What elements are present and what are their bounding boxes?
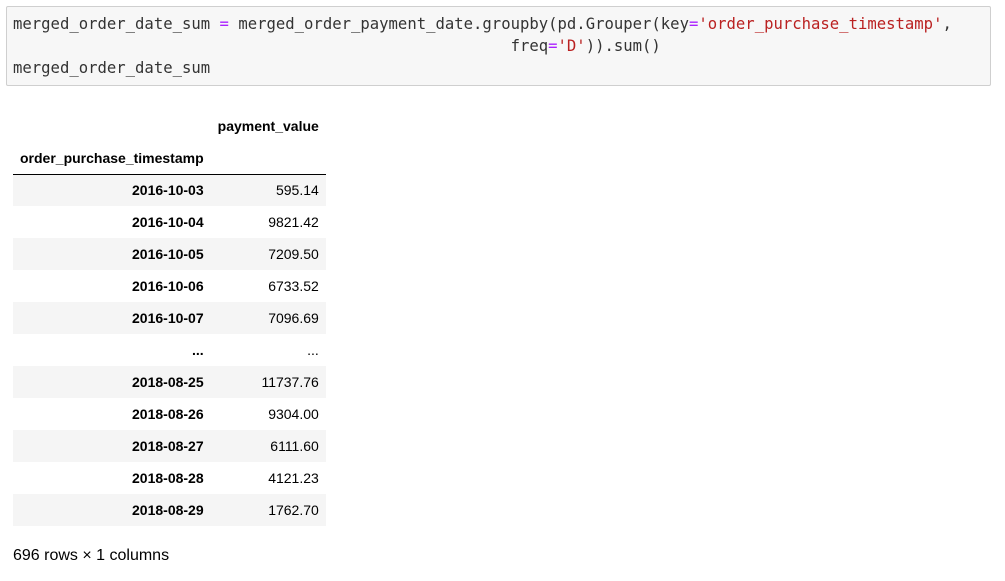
code-operator: = <box>688 15 699 33</box>
index-name-row: order_purchase_timestamp <box>13 142 326 174</box>
row-index: 2018-08-26 <box>132 406 204 422</box>
table-row-ellipsis: ... ... <box>13 334 326 366</box>
code-line-2: freq='D')).sum() <box>13 36 661 57</box>
row-index: ... <box>191 342 204 358</box>
row-index: 2016-10-05 <box>132 246 204 262</box>
row-index: 2018-08-28 <box>132 470 204 486</box>
table-row: 2018-08-28 4121.23 <box>13 462 326 494</box>
cell-value: 9304.00 <box>268 406 319 422</box>
row-index: 2016-10-06 <box>132 278 204 294</box>
cell-value: ... <box>307 342 319 358</box>
table-row: 2016-10-07 7096.69 <box>13 302 326 334</box>
code-operator: = <box>219 15 229 33</box>
row-index: 2016-10-07 <box>132 310 204 326</box>
cell-value: 1762.70 <box>268 502 319 518</box>
table-row: 2016-10-04 9821.42 <box>13 206 326 238</box>
table-row: 2016-10-03 595.14 <box>13 174 326 206</box>
code-cell-input[interactable]: merged_order_date_sum = merged_order_pay… <box>6 6 991 86</box>
cell-value: 595.14 <box>275 182 319 199</box>
table-row: 2018-08-27 6111.60 <box>13 430 326 462</box>
cell-value: 4121.23 <box>268 470 319 486</box>
header-spacer <box>211 142 326 174</box>
column-header-row: payment_value <box>13 110 326 142</box>
cell-value: 6111.60 <box>270 438 319 454</box>
header-spacer <box>13 110 211 142</box>
code-operator: = <box>548 37 558 55</box>
table-row: 2016-10-05 7209.50 <box>13 238 326 270</box>
cell-value: 11737.76 <box>261 374 319 390</box>
code-line-1: merged_order_date_sum = merged_order_pay… <box>13 14 952 35</box>
column-header: payment_value <box>217 118 319 134</box>
code-line-3: merged_order_date_sum <box>13 59 211 77</box>
row-index: 2018-08-27 <box>132 438 204 454</box>
cell-value: 7096.69 <box>268 310 319 326</box>
cell-value: 6733.52 <box>268 278 319 294</box>
code-string: 'order_purchase_timestamp' <box>698 15 943 33</box>
table-row: 2018-08-25 11737.76 <box>13 366 326 398</box>
row-index: 2016-10-04 <box>132 214 204 230</box>
table-row: 2016-10-06 6733.52 <box>13 270 326 302</box>
code-token: freq <box>13 37 549 55</box>
code-token: merged_order_payment_date.groupby(pd.Gro… <box>228 15 689 33</box>
dataframe-shape-caption: 696 rows × 1 columns <box>13 547 170 564</box>
code-token: merged_order_date_sum <box>13 15 220 33</box>
row-index: 2018-08-25 <box>132 374 204 390</box>
dataframe-output: payment_value order_purchase_timestamp 2… <box>13 110 326 526</box>
code-string: 'D' <box>557 37 586 55</box>
code-token: )).sum() <box>585 37 661 55</box>
index-name: order_purchase_timestamp <box>20 149 204 166</box>
cell-value: 9821.42 <box>268 214 319 230</box>
cell-value: 7209.50 <box>268 246 319 262</box>
row-index: 2018-08-29 <box>132 502 204 518</box>
row-index: 2016-10-03 <box>132 182 204 199</box>
table-row: 2018-08-29 1762.70 <box>13 494 326 526</box>
table-row: 2018-08-26 9304.00 <box>13 398 326 430</box>
code-token: , <box>942 15 952 33</box>
